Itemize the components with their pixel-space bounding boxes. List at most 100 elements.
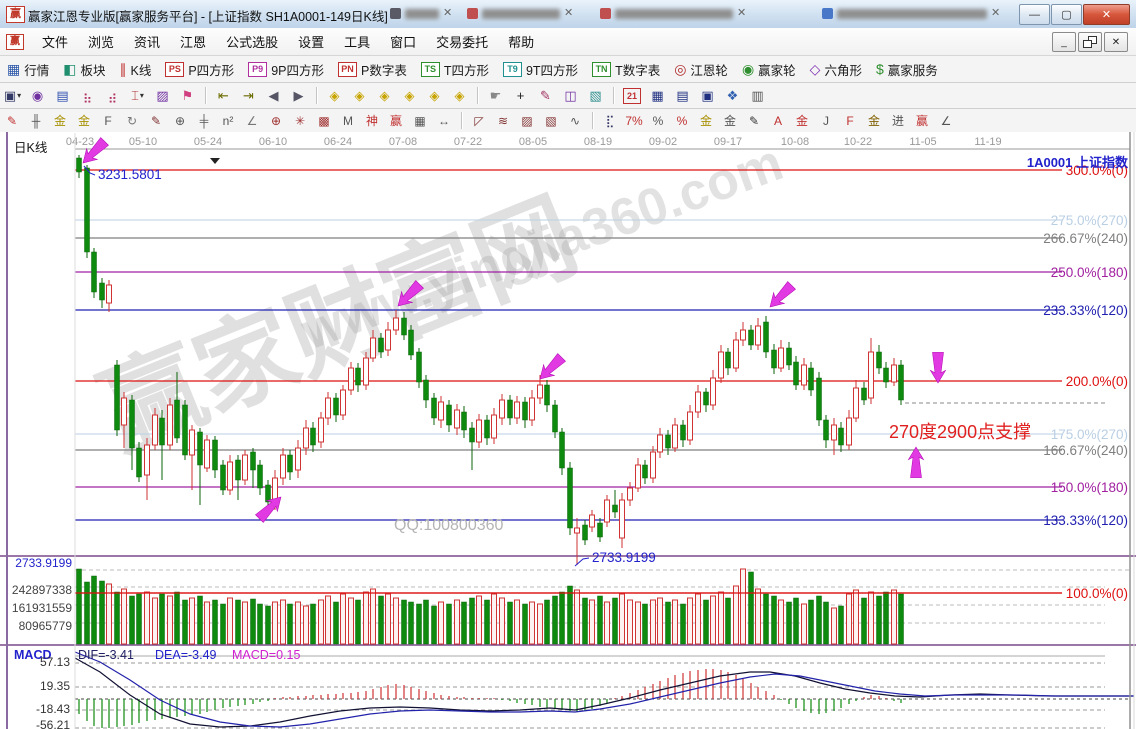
crosshair-icon[interactable]: + — [509, 86, 532, 106]
ying-tool-icon[interactable]: 赢 — [385, 112, 407, 130]
cycle-icon[interactable]: ▧ — [584, 86, 607, 106]
menu-item-9[interactable]: 交易委托 — [426, 28, 498, 55]
gold-grid2-icon[interactable]: 金 — [73, 112, 95, 130]
menu-item-5[interactable]: 公式选股 — [216, 28, 288, 55]
gold-circle-icon[interactable]: 金 — [695, 112, 717, 130]
fan-lines-icon[interactable]: ≋ — [492, 112, 514, 130]
spiral-icon[interactable]: ↻ — [121, 112, 143, 130]
clock-circle-icon[interactable]: ⊕ — [169, 112, 191, 130]
toolbar-item-六角形[interactable]: ◇六角形 — [803, 60, 869, 79]
angle-f-icon[interactable]: F — [839, 112, 861, 130]
circle-target-icon[interactable]: ⊕ — [265, 112, 287, 130]
percent-line-icon[interactable]: % — [671, 112, 693, 130]
angle-icon[interactable]: ∠ — [241, 112, 263, 130]
toolbar-item-T四方形[interactable]: TST四方形 — [414, 60, 496, 79]
toolbar-item-K线[interactable]: ∥K线 — [113, 60, 159, 79]
annotate-icon[interactable]: ✎ — [534, 86, 557, 106]
candle-style-icon[interactable]: ⌶▾ — [126, 86, 149, 106]
print-icon[interactable]: ▥ — [746, 86, 769, 106]
background-tab-3[interactable]: ✕ — [600, 5, 746, 22]
toolbar-item-江恩轮[interactable]: ◎江恩轮 — [667, 60, 735, 79]
angle-gold-icon[interactable]: 金 — [863, 112, 885, 130]
hand-icon[interactable]: ☛ — [484, 86, 507, 106]
width-icon[interactable]: ↔ — [433, 112, 455, 130]
kline-chart-area[interactable]: 赢家财富网www.yingjia360.com04-2305-1005-2406… — [0, 132, 1136, 729]
angle-jin-icon[interactable]: 进 — [887, 112, 909, 130]
angle2-icon[interactable]: ∠ — [935, 112, 957, 130]
calculator-icon[interactable]: ▦ — [646, 86, 669, 106]
toolbar-item-行情[interactable]: ▦行情 — [0, 60, 56, 79]
diamond-out-icon[interactable]: ◈ — [398, 86, 421, 106]
wave-a-icon[interactable]: A — [767, 112, 789, 130]
diamond-in-icon[interactable]: ◈ — [373, 86, 396, 106]
toolbar-item-P四方形[interactable]: PSP四方形 — [158, 60, 241, 79]
pen-dark-icon[interactable]: ✎ — [743, 112, 765, 130]
menu-item-2[interactable]: 浏览 — [78, 28, 124, 55]
background-tab-1[interactable]: ✕ — [390, 5, 452, 22]
menu-item-6[interactable]: 设置 — [288, 28, 334, 55]
diamond-left-icon[interactable]: ◈ — [323, 86, 346, 106]
shen-tool-icon[interactable]: 神 — [361, 112, 383, 130]
zigzag-icon[interactable]: ∿ — [564, 112, 586, 130]
wave-m-icon[interactable]: M — [337, 112, 359, 130]
angle-j-icon[interactable]: J — [815, 112, 837, 130]
next-bar-icon[interactable]: ▶ — [287, 86, 310, 106]
toolbar-item-赢家轮[interactable]: ◉赢家轮 — [735, 60, 803, 79]
close-button[interactable]: ✕ — [1083, 4, 1130, 25]
gold-grid-icon[interactable]: 金 — [49, 112, 71, 130]
hatch-box-icon[interactable]: ▨ — [516, 112, 538, 130]
first-bar-icon[interactable]: ⇤ — [212, 86, 235, 106]
menu-item-3[interactable]: 资讯 — [124, 28, 170, 55]
dense-grid-icon[interactable]: ╪ — [193, 112, 215, 130]
background-tab-4[interactable]: ✕ — [822, 5, 1000, 22]
diamond-all-icon[interactable]: ◈ — [448, 86, 471, 106]
tab-close-icon[interactable]: ✕ — [564, 8, 573, 19]
square-number-icon[interactable]: n² — [217, 112, 239, 130]
quote-doc-icon[interactable]: ▤ — [51, 86, 74, 106]
last-bar-icon[interactable]: ⇥ — [237, 86, 260, 106]
toolbar-item-T数字表[interactable]: TNT数字表 — [585, 60, 667, 79]
tab-close-icon[interactable]: ✕ — [443, 8, 452, 19]
toolbar-item-赢家服务[interactable]: $赢家服务 — [869, 60, 945, 79]
tab-close-icon[interactable]: ✕ — [737, 8, 746, 19]
diamond-right-icon[interactable]: ◈ — [348, 86, 371, 106]
theme-icon[interactable]: ◉ — [26, 86, 49, 106]
toolbar-item-9P四方形[interactable]: P99P四方形 — [241, 60, 331, 79]
pen2-tool-icon[interactable]: ✎ — [145, 112, 167, 130]
ying2-tool-icon[interactable]: 赢 — [911, 112, 933, 130]
hatch-box2-icon[interactable]: ▧ — [540, 112, 562, 130]
fibonacci-icon[interactable]: F — [97, 112, 119, 130]
pen-tool-icon[interactable]: ✎ — [1, 112, 23, 130]
tab-close-icon[interactable]: ✕ — [991, 8, 1000, 19]
chart-small-icon[interactable]: ⣦ — [76, 86, 99, 106]
toolbar-item-9T四方形[interactable]: T99T四方形 — [496, 60, 585, 79]
flag-icon[interactable]: ⚑ — [176, 86, 199, 106]
maximize-button[interactable]: ▢ — [1051, 4, 1082, 25]
gann-grid-icon[interactable]: ╫ — [25, 112, 47, 130]
mdi-minimize-button[interactable]: _ — [1052, 32, 1076, 52]
star-grid-icon[interactable]: ✳ — [289, 112, 311, 130]
mdi-restore-button[interactable] — [1078, 32, 1102, 52]
bars-tool-icon[interactable]: ⣏ — [599, 112, 621, 130]
menu-item-10[interactable]: 帮助 — [498, 28, 544, 55]
menu-item-7[interactable]: 工具 — [334, 28, 380, 55]
mdi-close-button[interactable]: ✕ — [1104, 32, 1128, 52]
calendar-icon[interactable]: 21 — [623, 88, 641, 104]
pattern-icon[interactable]: ▨ — [151, 86, 174, 106]
percent-icon[interactable]: % — [647, 112, 669, 130]
notes-icon[interactable]: ▤ — [671, 86, 694, 106]
prev-bar-icon[interactable]: ◀ — [262, 86, 285, 106]
menu-item-1[interactable]: 文件 — [32, 28, 78, 55]
diamond-vert-icon[interactable]: ◈ — [423, 86, 446, 106]
background-tab-2[interactable]: ✕ — [467, 5, 573, 22]
chart-large-icon[interactable]: ⣴ — [101, 86, 124, 106]
gold-band-icon[interactable]: 金 — [791, 112, 813, 130]
toolbar-item-板块[interactable]: ◧板块 — [56, 60, 112, 79]
menu-item-4[interactable]: 江恩 — [170, 28, 216, 55]
stats-icon[interactable]: ◫ — [559, 86, 582, 106]
minimize-button[interactable]: — — [1019, 4, 1050, 25]
box-grid-icon[interactable]: ▩ — [313, 112, 335, 130]
save-icon[interactable]: ▣ — [696, 86, 719, 106]
gold-line-icon[interactable]: 金 — [719, 112, 741, 130]
window-split-icon[interactable]: ▣▾ — [1, 86, 24, 106]
